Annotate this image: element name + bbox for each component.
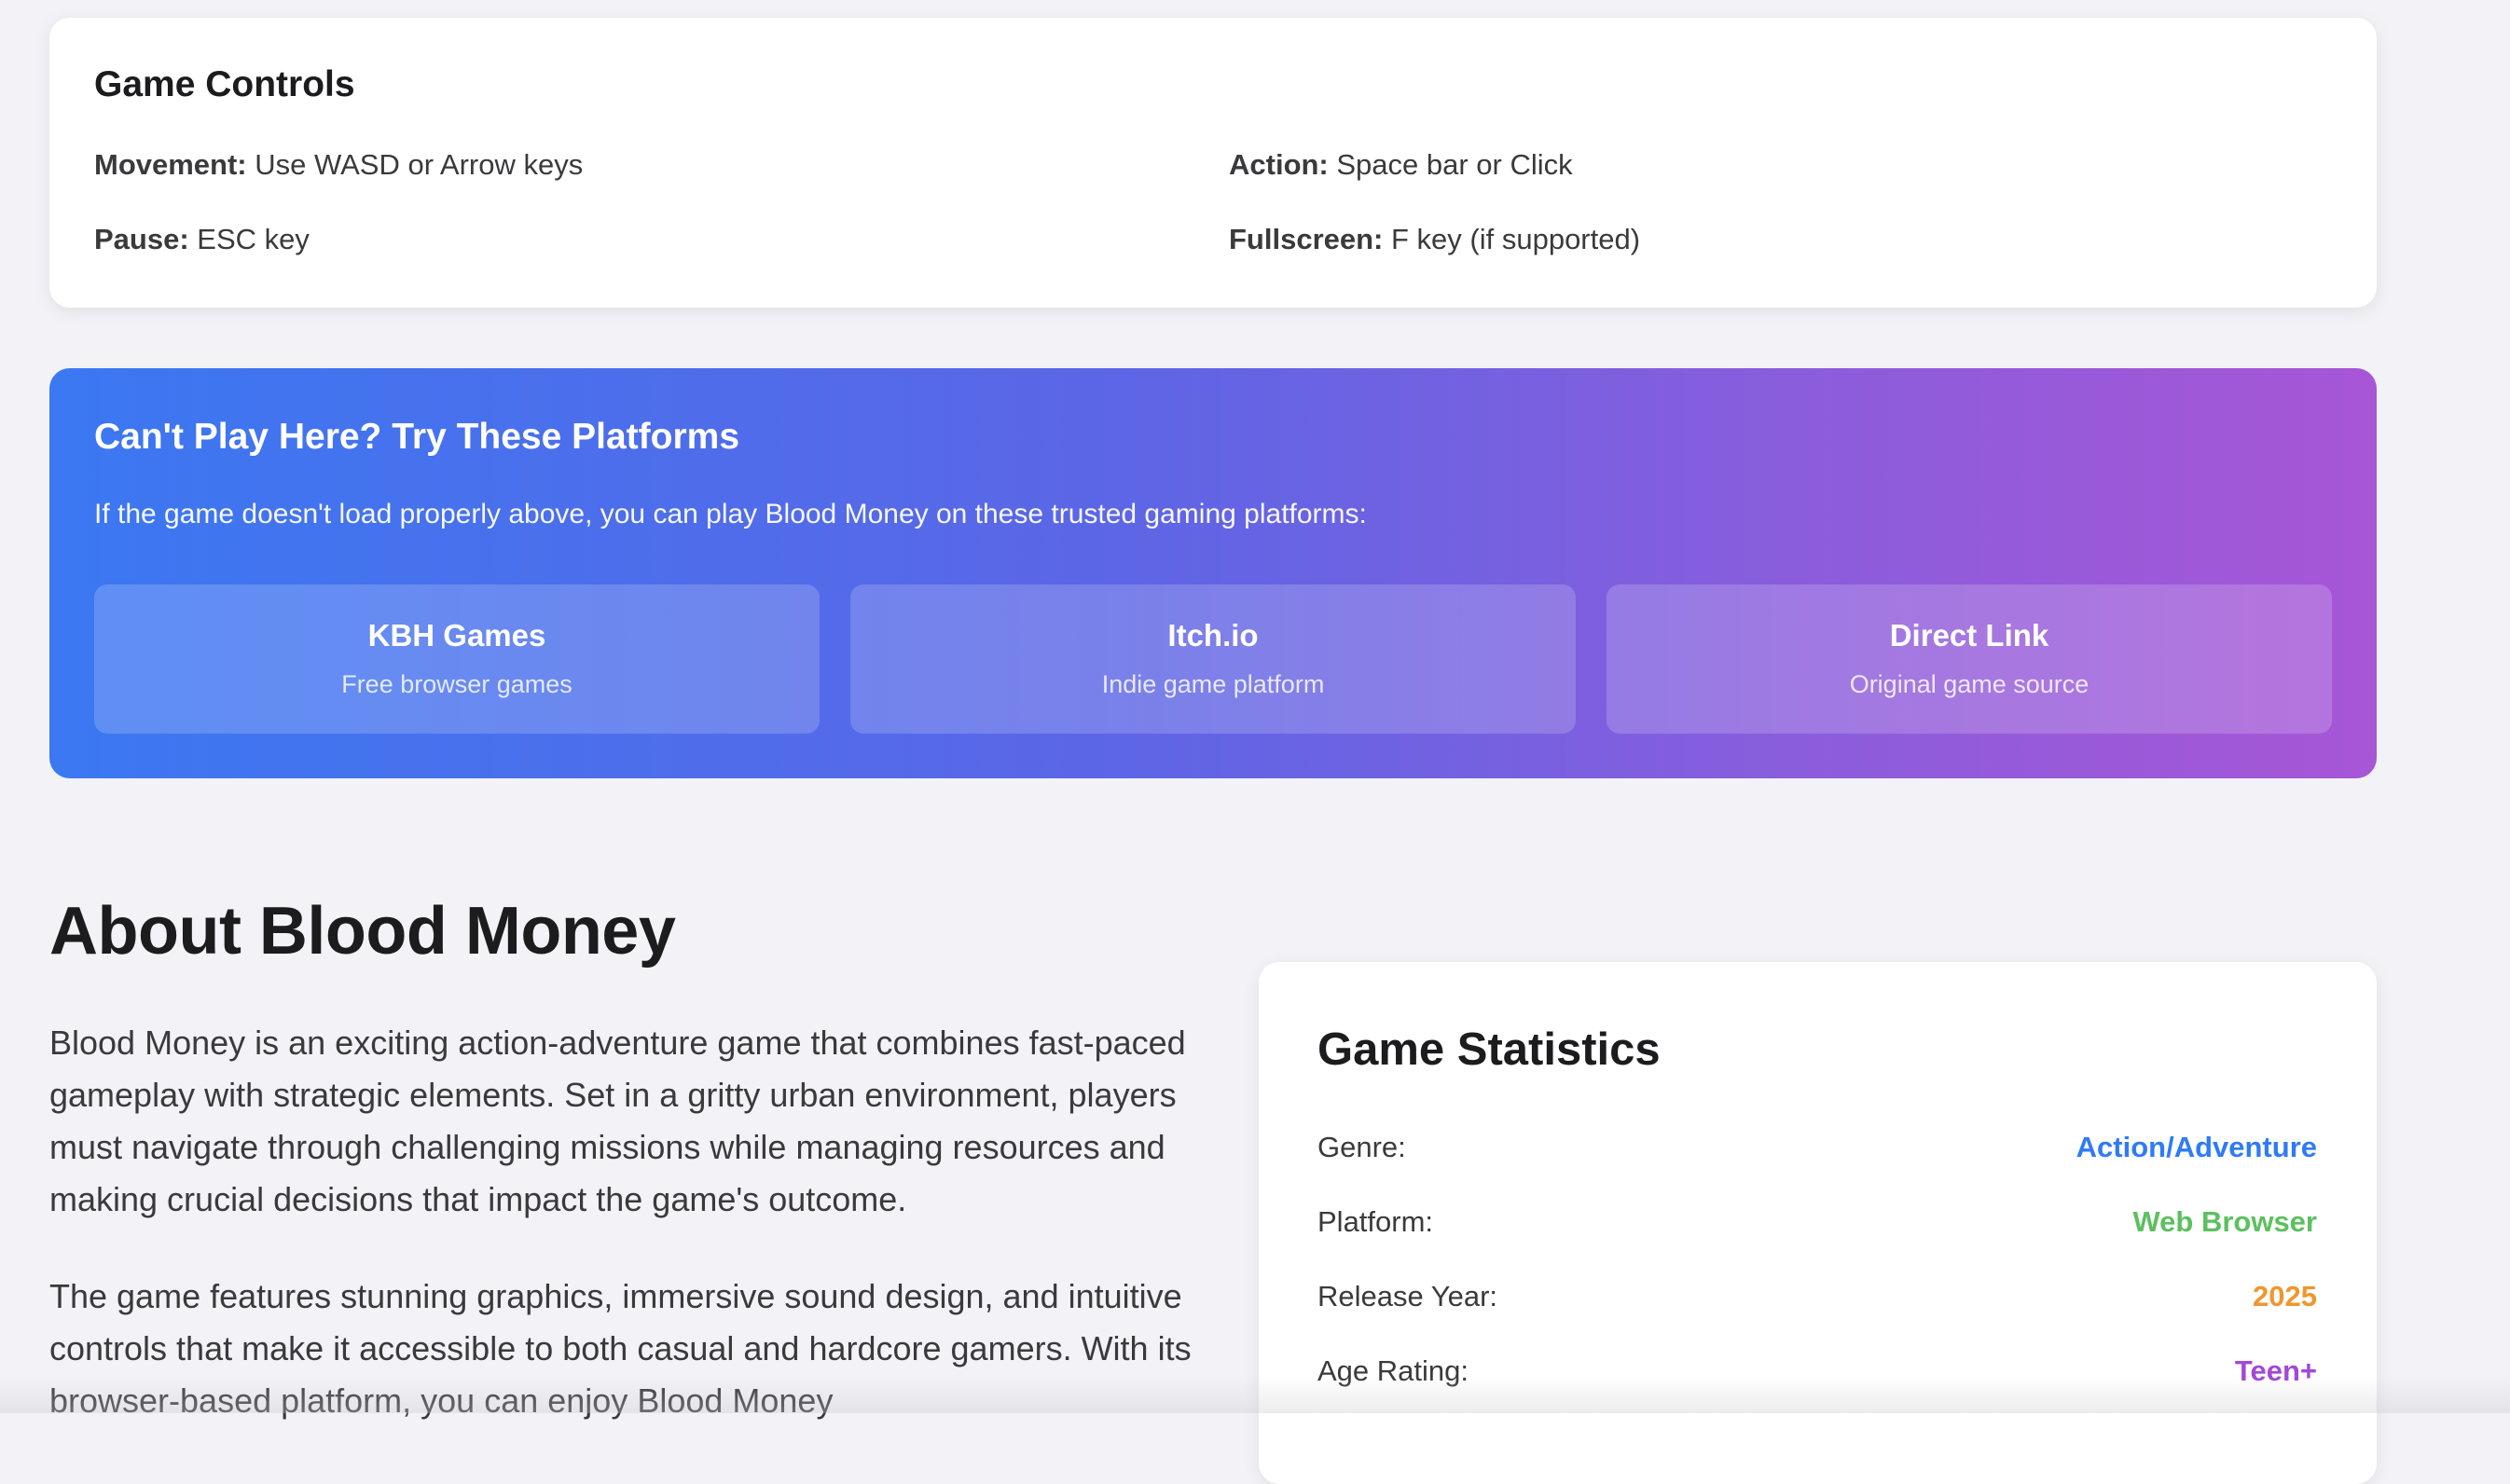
platform-subtitle: Indie game platform [1101, 670, 1325, 698]
platform-name: Itch.io [1167, 618, 1259, 653]
control-fullscreen: Fullscreen: F key (if supported) [1229, 223, 1640, 256]
platform-link-itch-io[interactable]: Itch.io Indie game platform [850, 584, 1576, 734]
control-label: Pause: [94, 223, 189, 255]
stat-row-platform: Platform: Web Browser [1317, 1205, 2317, 1246]
game-statistics-card: Game Statistics Genre: Action/Adventure … [1259, 962, 2377, 1484]
stat-label: Genre: [1317, 1131, 1406, 1163]
control-movement: Movement: Use WASD or Arrow keys [94, 148, 583, 182]
platform-link-kbh-games[interactable]: KBH Games Free browser games [94, 584, 820, 734]
stat-row-genre: Genre: Action/Adventure [1317, 1131, 2317, 1172]
control-action: Action: Space bar or Click [1229, 148, 1573, 182]
stat-value: Web Browser [2132, 1205, 2317, 1238]
game-controls-card: Game Controls Movement: Use WASD or Arro… [49, 18, 2377, 308]
about-paragraph: Blood Money is an exciting action-advent… [49, 1024, 1186, 1218]
control-label: Movement: [94, 148, 247, 181]
game-statistics-title: Game Statistics [1317, 1024, 1661, 1075]
platform-subtitle: Free browser games [341, 670, 572, 698]
control-label: Action: [1229, 148, 1329, 181]
game-controls-title: Game Controls [94, 64, 355, 104]
platforms-description: If the game doesn't load properly above,… [94, 499, 1367, 529]
about-paragraph: The game features stunning graphics, imm… [49, 1277, 1192, 1420]
stat-value: Teen+ [2234, 1354, 2317, 1387]
stat-label: Platform: [1317, 1205, 1434, 1238]
stat-label: Release Year: [1317, 1280, 1498, 1312]
control-pause: Pause: ESC key [94, 223, 310, 256]
alternative-platforms-banner: Can't Play Here? Try These Platforms If … [49, 368, 2377, 778]
control-value: ESC key [188, 223, 310, 255]
platform-name: Direct Link [1889, 618, 2049, 653]
platform-name: KBH Games [367, 618, 546, 653]
stat-label: Age Rating: [1317, 1354, 1469, 1387]
stat-row-age-rating: Age Rating: Teen+ [1317, 1354, 2317, 1395]
platform-link-direct-link[interactable]: Direct Link Original game source [1607, 584, 2332, 734]
control-value: Use WASD or Arrow keys [246, 148, 584, 181]
platform-subtitle: Original game source [1849, 670, 2089, 698]
stat-value: Action/Adventure [2076, 1131, 2317, 1163]
stat-row-release-year: Release Year: 2025 [1317, 1280, 2317, 1321]
control-value: Space bar or Click [1328, 148, 1573, 181]
stat-value: 2025 [2253, 1280, 2317, 1312]
control-label: Fullscreen: [1229, 223, 1384, 255]
about-title: About Blood Money [49, 894, 676, 969]
control-value: F key (if supported) [1383, 223, 1641, 255]
platforms-title: Can't Play Here? Try These Platforms [94, 417, 740, 457]
